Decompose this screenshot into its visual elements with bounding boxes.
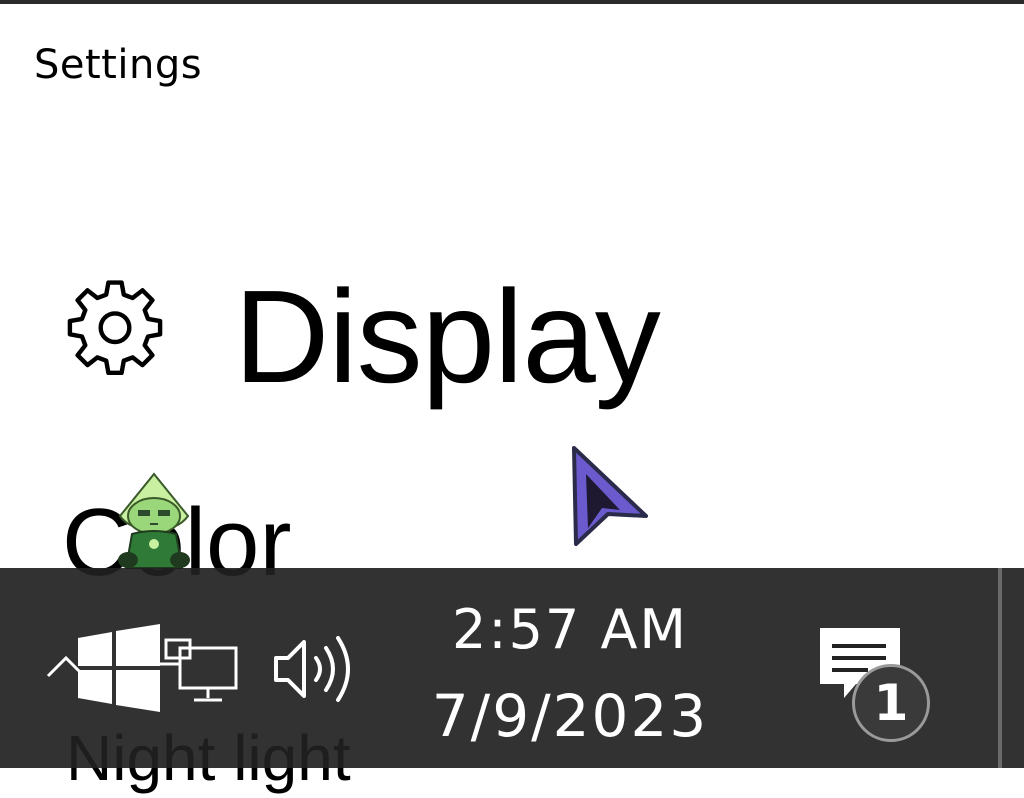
action-center-button[interactable]: 1: [816, 624, 940, 748]
gear-icon: [67, 280, 163, 375]
start-button[interactable]: [44, 624, 168, 714]
show-desktop-edge[interactable]: [998, 568, 1002, 768]
taskbar: 2:57 AM 7/9/2023 1: [0, 568, 1024, 768]
page-title: Display: [234, 263, 661, 410]
clock-date: 7/9/2023: [431, 682, 709, 750]
network-icon[interactable]: [160, 634, 242, 708]
character-sticker: [118, 472, 190, 569]
mouse-cursor-icon: [572, 446, 648, 546]
volume-icon[interactable]: [270, 628, 362, 710]
notification-count-badge: 1: [852, 664, 930, 742]
window-top-border: [0, 0, 1024, 4]
clock-time: 2:57 AM: [452, 598, 688, 661]
page-header: Display: [60, 262, 700, 412]
window-title: Settings: [34, 42, 203, 88]
windows-logo-icon: [46, 624, 160, 712]
taskbar-clock[interactable]: 2:57 AM 7/9/2023: [410, 588, 730, 758]
